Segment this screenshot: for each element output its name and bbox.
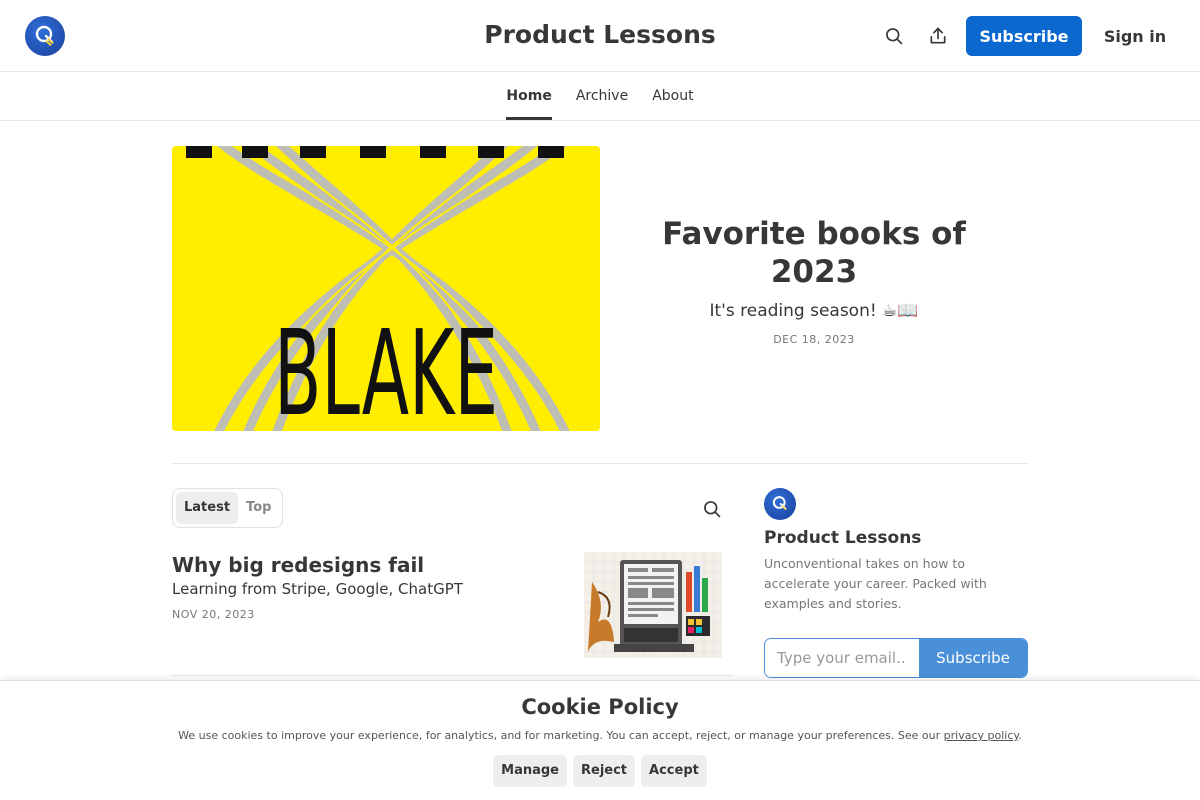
search-icon[interactable]: [700, 497, 724, 521]
share-icon[interactable]: [926, 24, 950, 48]
feed-tabs: Latest Top: [172, 488, 284, 528]
cookie-title: Cookie Policy: [521, 695, 679, 719]
tab-latest[interactable]: Latest: [176, 492, 239, 524]
cookie-buttons: Manage Reject Accept: [0, 755, 1200, 787]
sidebar-subscribe-form: Subscribe: [764, 638, 1028, 678]
sidebar-publication-logo[interactable]: [764, 488, 796, 520]
sidebar-description: Unconventional takes on how to accelerat…: [764, 556, 987, 611]
hero-post: Favorite books of 2023 It's reading seas…: [640, 215, 988, 346]
reject-button[interactable]: Reject: [573, 755, 636, 787]
hero-post-date: DEC 18, 2023: [773, 333, 855, 346]
hero-post-image[interactable]: BLAKE: [172, 146, 600, 431]
post-item[interactable]: Why big redesigns fail Learning from Str…: [172, 552, 732, 660]
sidebar-title[interactable]: Product Lessons: [764, 528, 921, 548]
email-field[interactable]: [765, 639, 919, 677]
tab-home[interactable]: Home: [494, 72, 563, 120]
cookie-banner: Cookie Policy We use cookies to improve …: [0, 680, 1200, 800]
redesign-illustration: [584, 552, 722, 658]
site-title[interactable]: Product Lessons: [484, 20, 716, 49]
divider: [172, 675, 732, 676]
search-icon[interactable]: [882, 24, 906, 48]
publication-logo[interactable]: [25, 16, 65, 56]
tab-archive[interactable]: Archive: [564, 72, 640, 120]
cookie-text-end: .: [1018, 729, 1022, 742]
tab-top[interactable]: Top: [238, 492, 279, 524]
manage-button[interactable]: Manage: [493, 755, 567, 787]
sidebar-subscribe-button[interactable]: Subscribe: [919, 639, 1027, 677]
divider: [172, 463, 1028, 464]
lightbulb-icon: [35, 25, 54, 47]
cover-author-text: BLAKE: [274, 304, 498, 431]
accept-button[interactable]: Accept: [641, 755, 707, 787]
privacy-policy-link[interactable]: privacy policy: [944, 729, 1019, 742]
hero-post-title[interactable]: Favorite books of 2023: [640, 215, 988, 291]
sign-in-button[interactable]: Sign in: [1094, 16, 1176, 56]
tab-about[interactable]: About: [640, 72, 705, 120]
cookie-description: We use cookies to improve your experienc…: [178, 729, 941, 742]
lightbulb-icon: [772, 496, 787, 511]
subscribe-button[interactable]: Subscribe: [966, 16, 1082, 56]
main-nav: Home Archive About: [0, 72, 1200, 121]
book-cover-image: BLAKE: [172, 146, 600, 431]
cookie-text: We use cookies to improve your experienc…: [0, 729, 1200, 742]
post-thumbnail[interactable]: [584, 552, 722, 658]
hero-post-subtitle: It's reading season! ☕📖: [709, 301, 919, 321]
site-header: Product Lessons Subscribe Sign in: [0, 0, 1200, 72]
